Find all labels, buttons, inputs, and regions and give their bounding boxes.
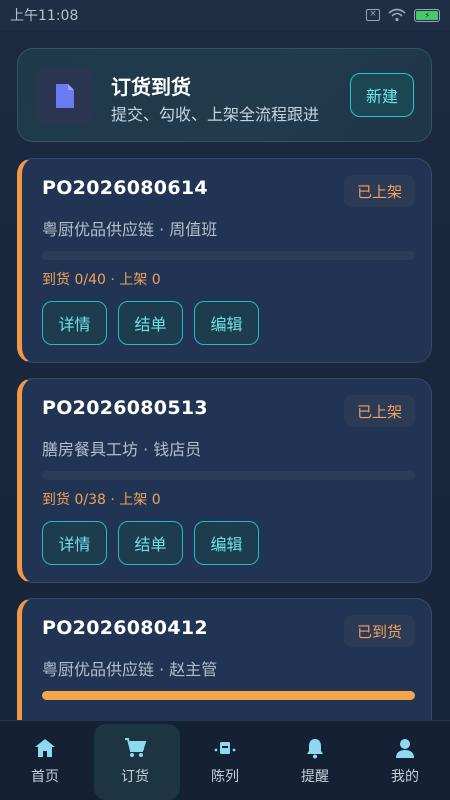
bottom-tab-bar: 首页 订货 陈列 提醒 我的 <box>0 720 450 800</box>
order-supplier: 粤厨优品供应链 · 周值班 <box>42 220 218 239</box>
settle-button[interactable]: 结单 <box>118 301 183 345</box>
wifi-icon <box>388 8 406 22</box>
tab-display[interactable]: 陈列 <box>180 721 270 800</box>
main-content: 订货到货 提交、勾收、上架全流程跟进 新建 PO2026080614 已上架 粤… <box>0 30 450 720</box>
notification-muted-icon: × <box>366 9 380 21</box>
status-icons: × ⚡ <box>366 8 440 22</box>
status-time: 上午11:08 <box>10 8 79 24</box>
tab-label: 陈列 <box>211 769 239 785</box>
tab-label: 我的 <box>391 769 419 785</box>
tab-label: 订货 <box>121 769 149 785</box>
edit-button[interactable]: 编辑 <box>194 301 259 345</box>
cart-icon <box>125 738 147 757</box>
order-supplier: 粤厨优品供应链 · 赵主管 <box>42 660 218 679</box>
battery-charging-icon: ⚡ <box>416 10 438 20</box>
edit-button[interactable]: 编辑 <box>194 521 259 565</box>
battery-icon: ⚡ <box>414 8 440 22</box>
bell-icon <box>307 739 323 759</box>
order-number: PO2026080412 <box>42 617 208 639</box>
header-card: 订货到货 提交、勾收、上架全流程跟进 新建 <box>17 48 432 142</box>
order-number: PO2026080513 <box>42 397 208 419</box>
progress-bar <box>42 471 415 480</box>
order-card[interactable]: PO2026080614 已上架 粤厨优品供应链 · 周值班 到货 0/40 ·… <box>17 158 432 363</box>
order-progress-text: 到货 0/38 · 上架 0 <box>42 492 161 508</box>
order-actions: 详情 结单 编辑 <box>42 521 259 565</box>
progress-bar <box>42 691 415 700</box>
detail-button[interactable]: 详情 <box>42 521 107 565</box>
order-card[interactable]: PO2026080513 已上架 膳房餐具工坊 · 钱店员 到货 0/38 · … <box>17 378 432 583</box>
tab-mine[interactable]: 我的 <box>360 721 450 800</box>
settle-button[interactable]: 结单 <box>118 521 183 565</box>
tab-reminder[interactable]: 提醒 <box>270 721 360 800</box>
status-badge: 已到货 <box>343 615 415 647</box>
page-subtitle: 提交、勾收、上架全流程跟进 <box>111 105 320 124</box>
tab-label: 首页 <box>31 769 59 785</box>
home-icon <box>35 739 55 757</box>
order-supplier: 膳房餐具工坊 · 钱店员 <box>42 440 202 459</box>
tab-label: 提醒 <box>301 769 329 785</box>
order-number: PO2026080614 <box>42 177 208 199</box>
progress-bar <box>42 251 415 260</box>
order-actions: 详情 结单 编辑 <box>42 301 259 345</box>
tab-order[interactable]: 订货 <box>90 721 180 800</box>
progress-fill <box>42 691 415 700</box>
order-progress-text: 到货 0/40 · 上架 0 <box>42 272 161 288</box>
user-icon <box>396 739 414 758</box>
detail-button[interactable]: 详情 <box>42 301 107 345</box>
display-icon <box>214 742 236 754</box>
status-badge: 已上架 <box>343 175 415 207</box>
page-title: 订货到货 <box>111 75 191 99</box>
new-order-button[interactable]: 新建 <box>350 73 414 117</box>
status-badge: 已上架 <box>343 395 415 427</box>
document-icon <box>36 67 94 125</box>
order-card[interactable]: PO2026080412 已到货 粤厨优品供应链 · 赵主管 <box>17 598 432 720</box>
tab-home[interactable]: 首页 <box>0 721 90 800</box>
status-bar: 上午11:08 × ⚡ <box>0 0 450 30</box>
